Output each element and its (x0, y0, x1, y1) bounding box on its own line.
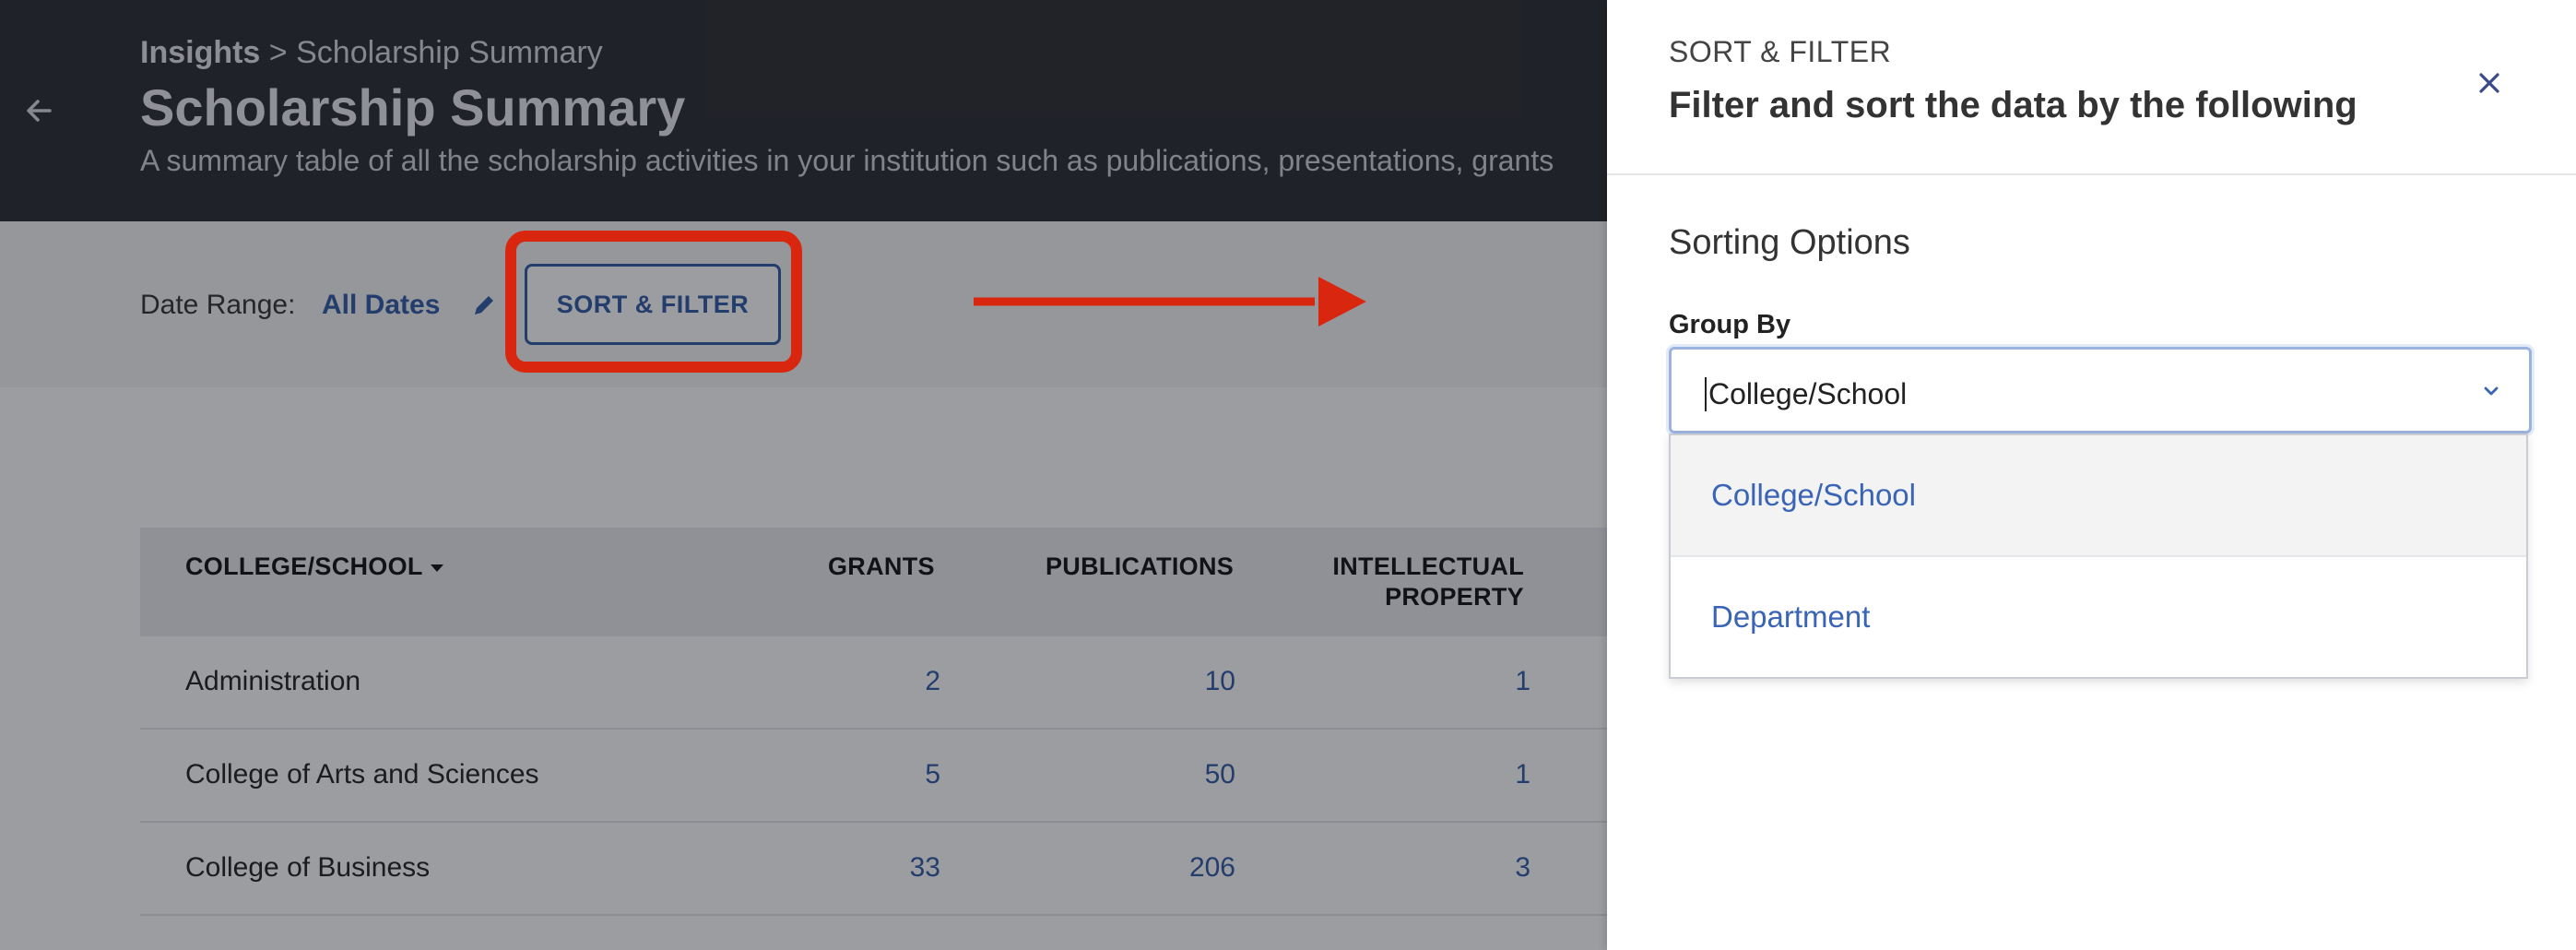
group-by-option-college-school[interactable]: College/School (1671, 435, 2526, 557)
chevron-down-icon (2484, 386, 2499, 396)
annotation-arrow-icon (974, 277, 1366, 327)
sorting-options-heading: Sorting Options (1669, 223, 1910, 262)
drawer-title: Filter and sort the data by the followin… (1669, 85, 2357, 125)
annotation-highlight-box (505, 231, 802, 373)
group-by-option-department[interactable]: Department (1671, 557, 2526, 679)
close-icon (2479, 73, 2499, 93)
option-label: Department (1711, 600, 1871, 634)
option-label: College/School (1711, 478, 1916, 512)
drawer-eyebrow: SORT & FILTER (1669, 35, 1892, 68)
sort-filter-drawer: SORT & FILTER Filter and sort the data b… (1607, 0, 2576, 950)
group-by-select[interactable]: College/School (1669, 347, 2532, 433)
group-by-options-list: College/School Department (1669, 433, 2528, 679)
close-drawer-button[interactable] (2471, 65, 2508, 101)
group-by-label: Group By (1669, 310, 1791, 339)
group-by-selected-value: College/School (1705, 377, 1907, 411)
drawer-header: SORT & FILTER Filter and sort the data b… (1607, 0, 2576, 175)
modal-backdrop[interactable] (0, 0, 1607, 950)
